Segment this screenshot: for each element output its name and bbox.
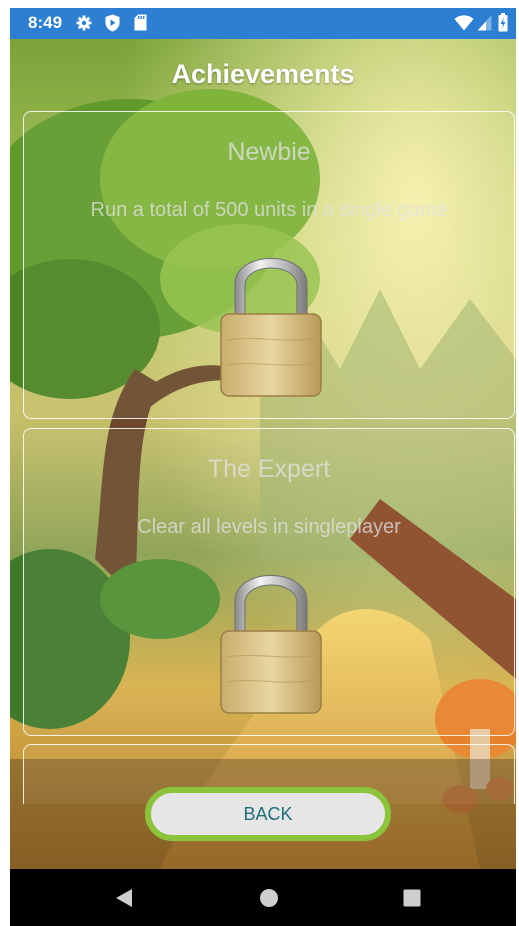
- lock-icon: [220, 258, 322, 397]
- achievement-title: The Expert: [207, 455, 331, 483]
- achievement-description: Run a total of 500 units in a single gam…: [90, 199, 448, 221]
- back-button[interactable]: BACK: [145, 787, 391, 841]
- gear-icon: [76, 15, 92, 31]
- wifi-icon: [454, 15, 474, 31]
- home-icon[interactable]: [259, 888, 279, 908]
- sd-card-icon: [134, 14, 147, 31]
- play-protect-icon: [105, 14, 120, 32]
- recents-icon[interactable]: [402, 888, 422, 908]
- phone-screen: 8:49 Achievements Newbie Run a total of …: [10, 8, 516, 926]
- status-time: 8:49: [28, 13, 63, 32]
- back-icon[interactable]: [114, 888, 134, 908]
- achievement-description: Clear all levels in singleplayer: [137, 516, 401, 538]
- lock-icon: [220, 575, 322, 714]
- achievement-card-newbie: Newbie Run a total of 500 units in a sin…: [23, 111, 515, 419]
- navigation-bar: [10, 869, 516, 926]
- cell-signal-icon: [477, 15, 492, 31]
- status-bar: 8:49: [10, 8, 516, 39]
- achievement-card-the-expert: The Expert Clear all levels in singlepla…: [23, 428, 515, 736]
- page-title: Achievements: [171, 59, 355, 89]
- achievement-title: Newbie: [227, 138, 311, 166]
- background-scene: Achievements Newbie Run a total of 500 u…: [10, 39, 516, 869]
- battery-icon: [498, 13, 508, 32]
